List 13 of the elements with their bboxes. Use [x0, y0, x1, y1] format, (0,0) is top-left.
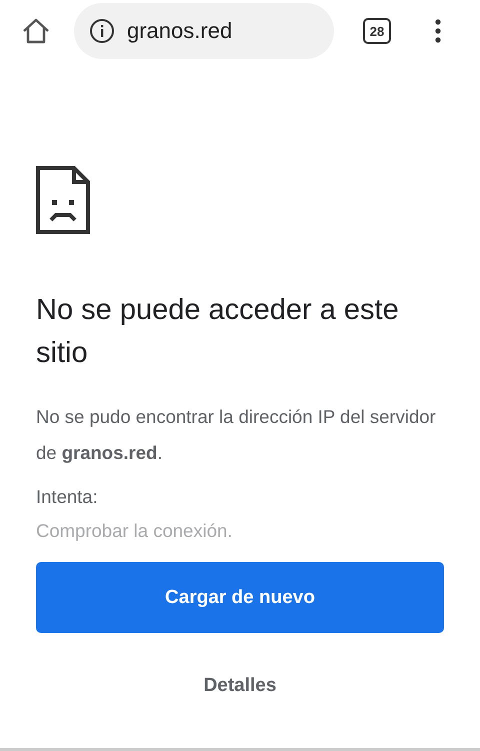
reload-button[interactable]: Cargar de nuevo — [36, 562, 444, 633]
details-button[interactable]: Detalles — [196, 671, 284, 701]
sad-page-icon — [36, 166, 90, 234]
suggestion-text: Comprobar la conexión. — [36, 519, 234, 543]
error-message: No se pudo encontrar la dirección IP del servidor de granos.red. — [36, 405, 437, 465]
tab-count-button[interactable]: 28 — [363, 18, 391, 44]
error-title: No se puede acceder a este sitio — [36, 293, 400, 371]
menu-icon[interactable] — [435, 19, 441, 43]
url-text: granos.red — [127, 18, 232, 44]
address-bar[interactable]: granos.red — [74, 3, 334, 59]
suggestions-label: Intenta: — [36, 485, 99, 509]
info-icon[interactable] — [89, 18, 115, 44]
home-icon[interactable] — [22, 18, 50, 44]
